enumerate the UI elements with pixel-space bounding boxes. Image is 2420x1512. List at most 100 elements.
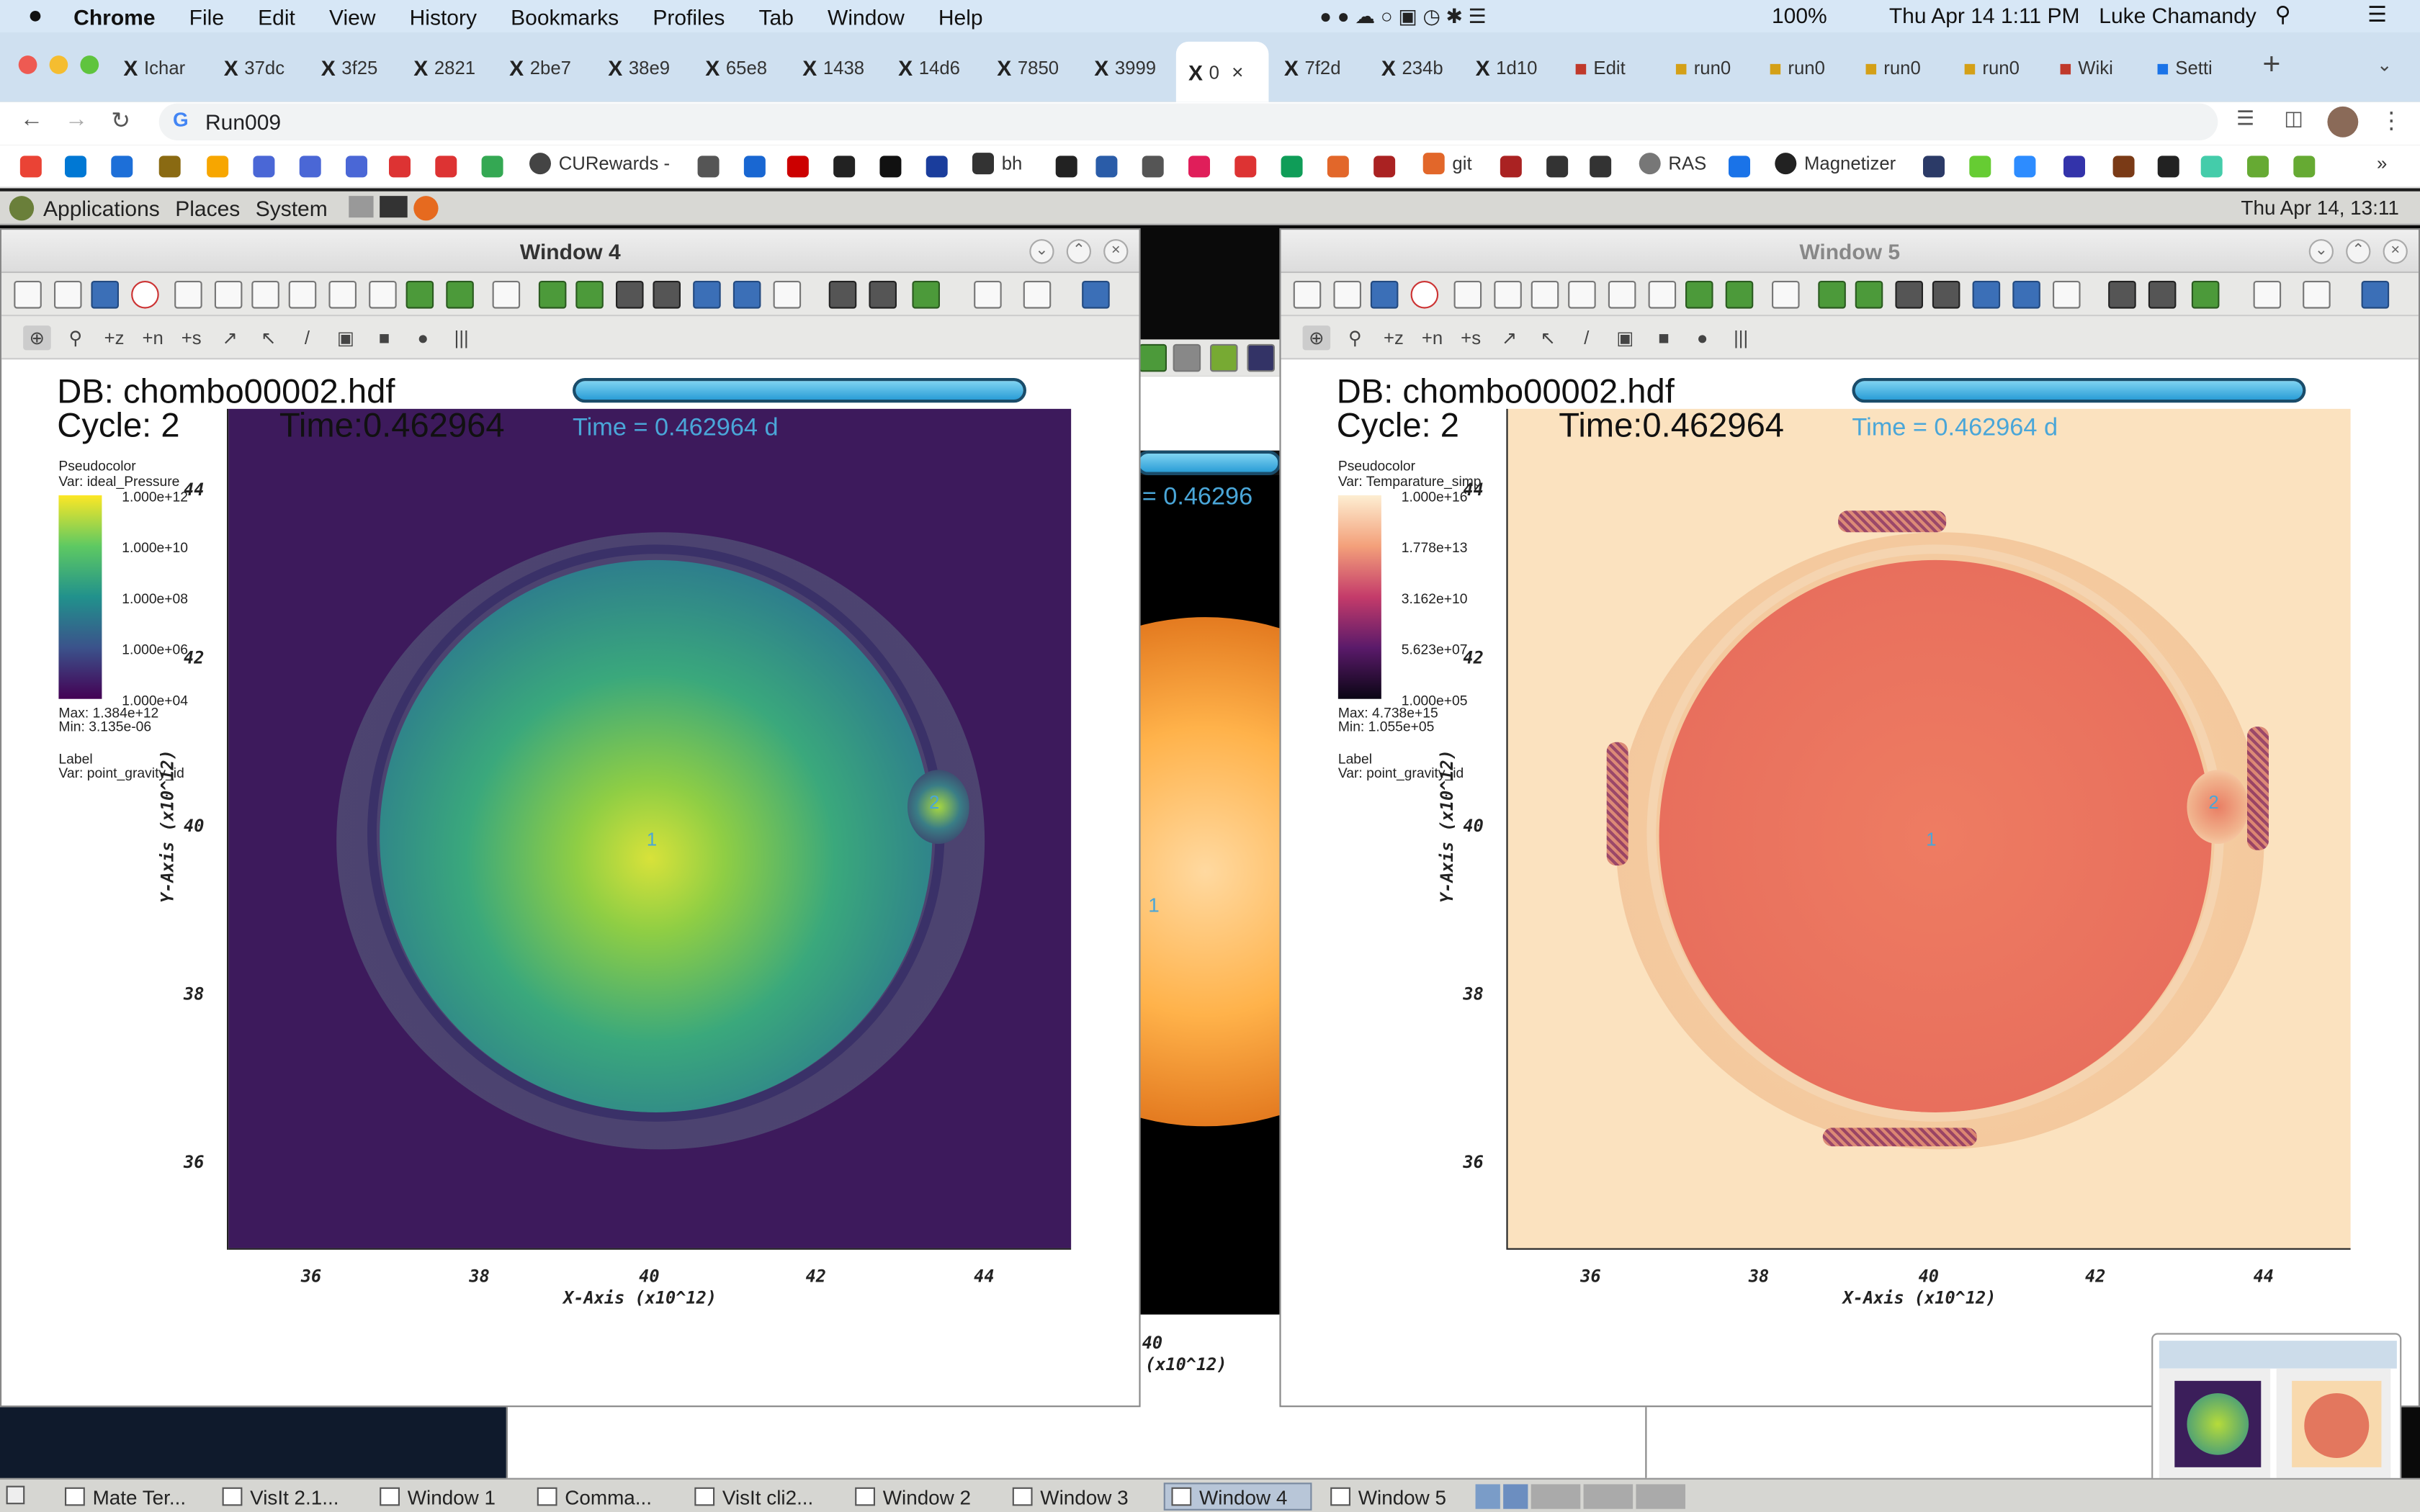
toolbar-button[interactable] (2253, 281, 2282, 309)
bookmark-icon[interactable] (435, 156, 457, 178)
bookmark-icon[interactable] (833, 156, 856, 178)
chrome-tab[interactable]: X 2be7 (509, 45, 599, 91)
bookmark-git[interactable]: git (1422, 153, 1472, 175)
bookmark-icon[interactable] (1327, 156, 1349, 178)
chrome-tab[interactable]: X 14d6 (898, 45, 987, 91)
toolbar-button[interactable] (1531, 281, 1559, 309)
toolbar-button[interactable] (1568, 281, 1596, 309)
toolbar-button[interactable] (369, 281, 397, 309)
panel-places[interactable]: Places (175, 195, 240, 220)
toolbar-button[interactable] (328, 281, 357, 309)
node-pick-icon[interactable]: +n (1418, 325, 1446, 350)
panel-launcher-icons[interactable] (349, 195, 439, 220)
pick-ray-icon[interactable]: ↖ (1534, 325, 1562, 350)
workspace-switcher[interactable] (1475, 1484, 1685, 1509)
forward-icon[interactable]: → (65, 107, 88, 132)
chrome-tab[interactable]: X 38e9 (608, 45, 697, 91)
toolbar-button[interactable] (2012, 281, 2040, 309)
toolbar-button[interactable] (2361, 281, 2390, 309)
bookmark-icon[interactable] (697, 156, 720, 178)
time-slider-bar[interactable] (1852, 378, 2306, 403)
toolbar-button[interactable] (251, 281, 279, 309)
chrome-menu-icon[interactable]: ⋮ (2380, 107, 2403, 134)
bookmark-bh[interactable]: bh (972, 153, 1022, 175)
toolbar-button[interactable] (1818, 281, 1846, 309)
bookmark-icon[interactable] (19, 156, 42, 178)
apple-icon[interactable]: ● (28, 2, 43, 30)
show-desktop-icon[interactable] (6, 1485, 25, 1505)
box-tool-icon[interactable]: ▣ (332, 325, 360, 350)
chrome-tab[interactable]: ■ run0 (1675, 45, 1764, 91)
chrome-tab[interactable]: X Ichar (123, 45, 212, 91)
menu-profiles[interactable]: Profiles (653, 4, 725, 28)
bookmark-icon[interactable] (1281, 156, 1303, 178)
point-tool-icon[interactable]: ||| (447, 325, 475, 350)
spreadsheet-pick-icon[interactable]: +s (1457, 325, 1485, 350)
taskbar-button[interactable]: VisIt cli2... (689, 1482, 837, 1511)
chrome-tab[interactable]: X 2821 (413, 45, 503, 91)
panel-clock[interactable]: Thu Apr 14, 13:11 (2241, 196, 2398, 219)
window-5-close-button[interactable]: × (2383, 239, 2408, 264)
zone-pick-icon[interactable]: +z (100, 325, 128, 350)
menu-window[interactable]: Window (828, 4, 905, 28)
window-5-plot-area[interactable]: DB: chombo00002.hdf Cycle: 2 Time:0.462964… (1281, 359, 2419, 1405)
toolbar-button[interactable] (575, 281, 604, 309)
toolbar-button[interactable] (1608, 281, 1636, 309)
bookmark-icon[interactable] (111, 156, 133, 178)
toolbar-button[interactable] (1685, 281, 1713, 309)
taskbar-button[interactable]: VisIt 2.1... (216, 1482, 364, 1511)
bookmark-icon[interactable] (2247, 156, 2269, 178)
taskbar-button[interactable]: Mate Ter... (58, 1482, 207, 1511)
toolbar-button[interactable] (732, 281, 761, 309)
toolbar-button[interactable] (869, 281, 897, 309)
toolbar-button[interactable] (1772, 281, 1800, 309)
window-5-maximize-button[interactable]: ⌃ (2346, 239, 2371, 264)
window-4-minimize-button[interactable]: ⌄ (1029, 239, 1054, 264)
toolbar-button[interactable] (1725, 281, 1754, 309)
side-panel-icon[interactable]: ◫ (2284, 107, 2303, 131)
time-slider-bar[interactable] (573, 378, 1026, 403)
toolbar-button[interactable] (1023, 281, 1052, 309)
zoom-window-dot[interactable] (80, 55, 99, 74)
toolbar-button[interactable] (1293, 281, 1322, 309)
bookmark-icon[interactable] (1969, 156, 1991, 178)
bookmark-icon[interactable] (1546, 156, 1569, 178)
lineout-icon[interactable]: ↗ (216, 325, 244, 350)
status-icons[interactable]: ● ● ☁ ○ ▣ ◷ ✱ ☰ (1319, 4, 1486, 29)
bookmark-icon[interactable] (1923, 156, 1945, 178)
profile-avatar[interactable] (2327, 106, 2359, 138)
toolbar-button[interactable] (131, 281, 159, 309)
bookmark-icon[interactable] (2200, 156, 2223, 178)
menu-help[interactable]: Help (938, 4, 983, 28)
window-4-close-button[interactable]: × (1103, 239, 1129, 264)
node-pick-icon[interactable]: +n (139, 325, 167, 350)
plane-tool-icon[interactable]: ■ (1650, 325, 1678, 350)
bookmark-icon[interactable] (1142, 156, 1164, 178)
chrome-tab[interactable]: ■ run0 (1963, 45, 2053, 91)
bookmark-icon[interactable] (786, 156, 809, 178)
menubar-user[interactable]: Luke Chamandy (2099, 3, 2256, 27)
bookmark-icon[interactable] (389, 156, 411, 178)
panel-applications[interactable]: Applications (43, 195, 160, 220)
tab-close-icon[interactable]: × (1232, 60, 1243, 84)
toolbar-button[interactable] (214, 281, 243, 309)
close-window-dot[interactable] (18, 55, 37, 74)
bookmark-icon[interactable] (1055, 156, 1077, 178)
omnibox-text[interactable]: Run009 (205, 109, 281, 134)
toolbar-button[interactable] (2303, 281, 2331, 309)
bookmark-icon[interactable] (299, 156, 321, 178)
bookmark-icon[interactable] (2293, 156, 2316, 178)
bookmark-icon[interactable] (65, 156, 86, 178)
chrome-tab[interactable]: X 3999 (1094, 45, 1183, 91)
taskbar-button[interactable]: Comma... (531, 1482, 679, 1511)
chrome-tab[interactable]: X 7f2d (1284, 45, 1373, 91)
line-tool-icon[interactable]: / (293, 325, 321, 350)
window-5-minimize-button[interactable]: ⌄ (2308, 239, 2334, 264)
toolbar-button[interactable] (54, 281, 82, 309)
toolbar-button[interactable] (1333, 281, 1361, 309)
chrome-tab[interactable]: ■ run0 (1865, 45, 1954, 91)
bookmark-icon[interactable] (926, 156, 948, 178)
window-4-titlebar[interactable]: Window 4 (1, 230, 1139, 274)
window-4-plot-area[interactable]: DB: chombo00002.hdf Cycle: 2 Time:0.462964… (1, 359, 1139, 1405)
toolbar-button[interactable] (492, 281, 521, 309)
